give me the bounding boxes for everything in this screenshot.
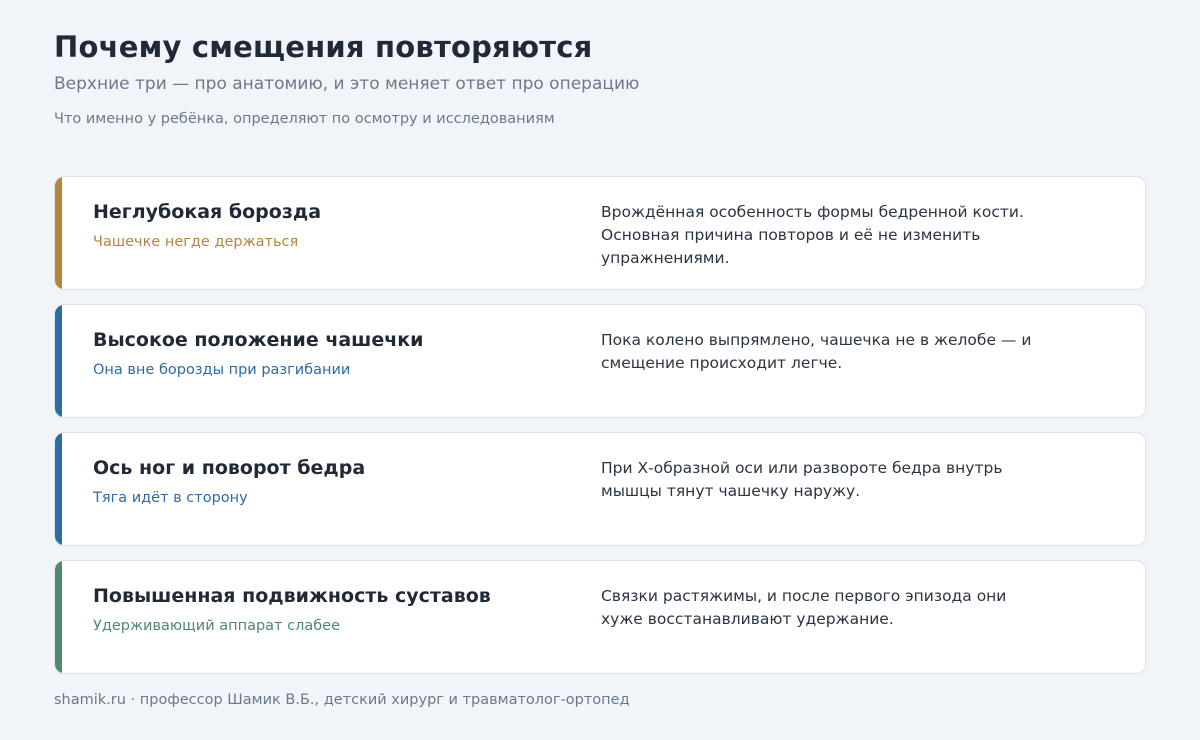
page-title: Почему смещения повторяются xyxy=(54,30,593,64)
cause-card: Высокое положение чашечки Она вне борозд… xyxy=(54,304,1146,418)
card-accent-bar xyxy=(55,561,62,673)
page: Почему смещения повторяются Верхние три … xyxy=(0,0,1200,740)
cause-card: Ось ног и поворот бедра Тяга идёт в стор… xyxy=(54,432,1146,546)
card-accent-bar xyxy=(55,433,62,545)
card-heading: Неглубокая борозда xyxy=(93,201,322,223)
card-description: Врождённая особенность формы бедренной к… xyxy=(601,203,1024,267)
cause-card: Неглубокая борозда Чашечке негде держать… xyxy=(54,176,1146,290)
card-tagline: Чашечке негде держаться xyxy=(93,234,299,250)
cause-cards-list: Неглубокая борозда Чашечке негде держать… xyxy=(54,176,1146,688)
card-description: При Х-образной оси или развороте бедра в… xyxy=(601,459,1003,500)
cause-card: Повышенная подвижность суставов Удержива… xyxy=(54,560,1146,674)
page-subtitle: Верхние три — про анатомию, и это меняет… xyxy=(54,74,640,94)
card-tagline: Она вне борозды при разгибании xyxy=(93,362,351,378)
card-tagline: Тяга идёт в сторону xyxy=(93,490,248,506)
card-accent-bar xyxy=(55,177,62,289)
card-heading: Высокое положение чашечки xyxy=(93,329,424,351)
card-accent-bar xyxy=(55,305,62,417)
page-footer: shamik.ru · профессор Шамик В.Б., детски… xyxy=(54,692,630,708)
card-tagline: Удерживающий аппарат слабее xyxy=(93,618,341,634)
card-heading: Ось ног и поворот бедра xyxy=(93,457,366,479)
page-note: Что именно у ребёнка, определяют по осмо… xyxy=(54,111,555,127)
card-heading: Повышенная подвижность суставов xyxy=(93,585,491,607)
card-description: Пока колено выпрямлено, чашечка не в жел… xyxy=(601,331,1032,372)
card-description: Связки растяжимы, и после первого эпизод… xyxy=(601,587,1007,628)
